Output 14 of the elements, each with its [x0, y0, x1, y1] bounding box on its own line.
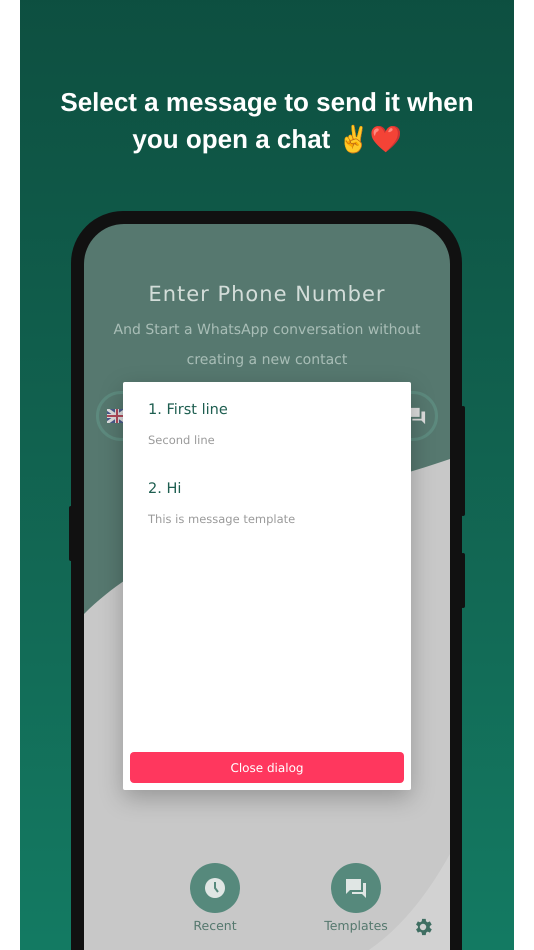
headline: Select a message to send it when you open a chat ✌❤ — [59, 86, 475, 156]
template-item[interactable]: 1. First line Second line — [130, 400, 404, 449]
template-text: This is message template — [148, 510, 296, 528]
nav-label: Recent — [193, 917, 237, 936]
template-title: 1. First line — [148, 401, 229, 420]
close-dialog-button[interactable]: Close dialog — [130, 752, 404, 783]
screen-title: Enter Phone Number — [147, 281, 387, 308]
template-item[interactable]: 2. Hi This is message template — [130, 479, 404, 528]
template-text: Second line — [148, 432, 216, 449]
chat-icon — [344, 876, 368, 900]
nav-label: Templates — [324, 917, 388, 936]
clock-icon — [203, 876, 227, 900]
template-title: 2. Hi — [148, 480, 182, 499]
screen-subtitle: And Start a WhatsApp conversation without creating a new contact — [112, 321, 422, 370]
